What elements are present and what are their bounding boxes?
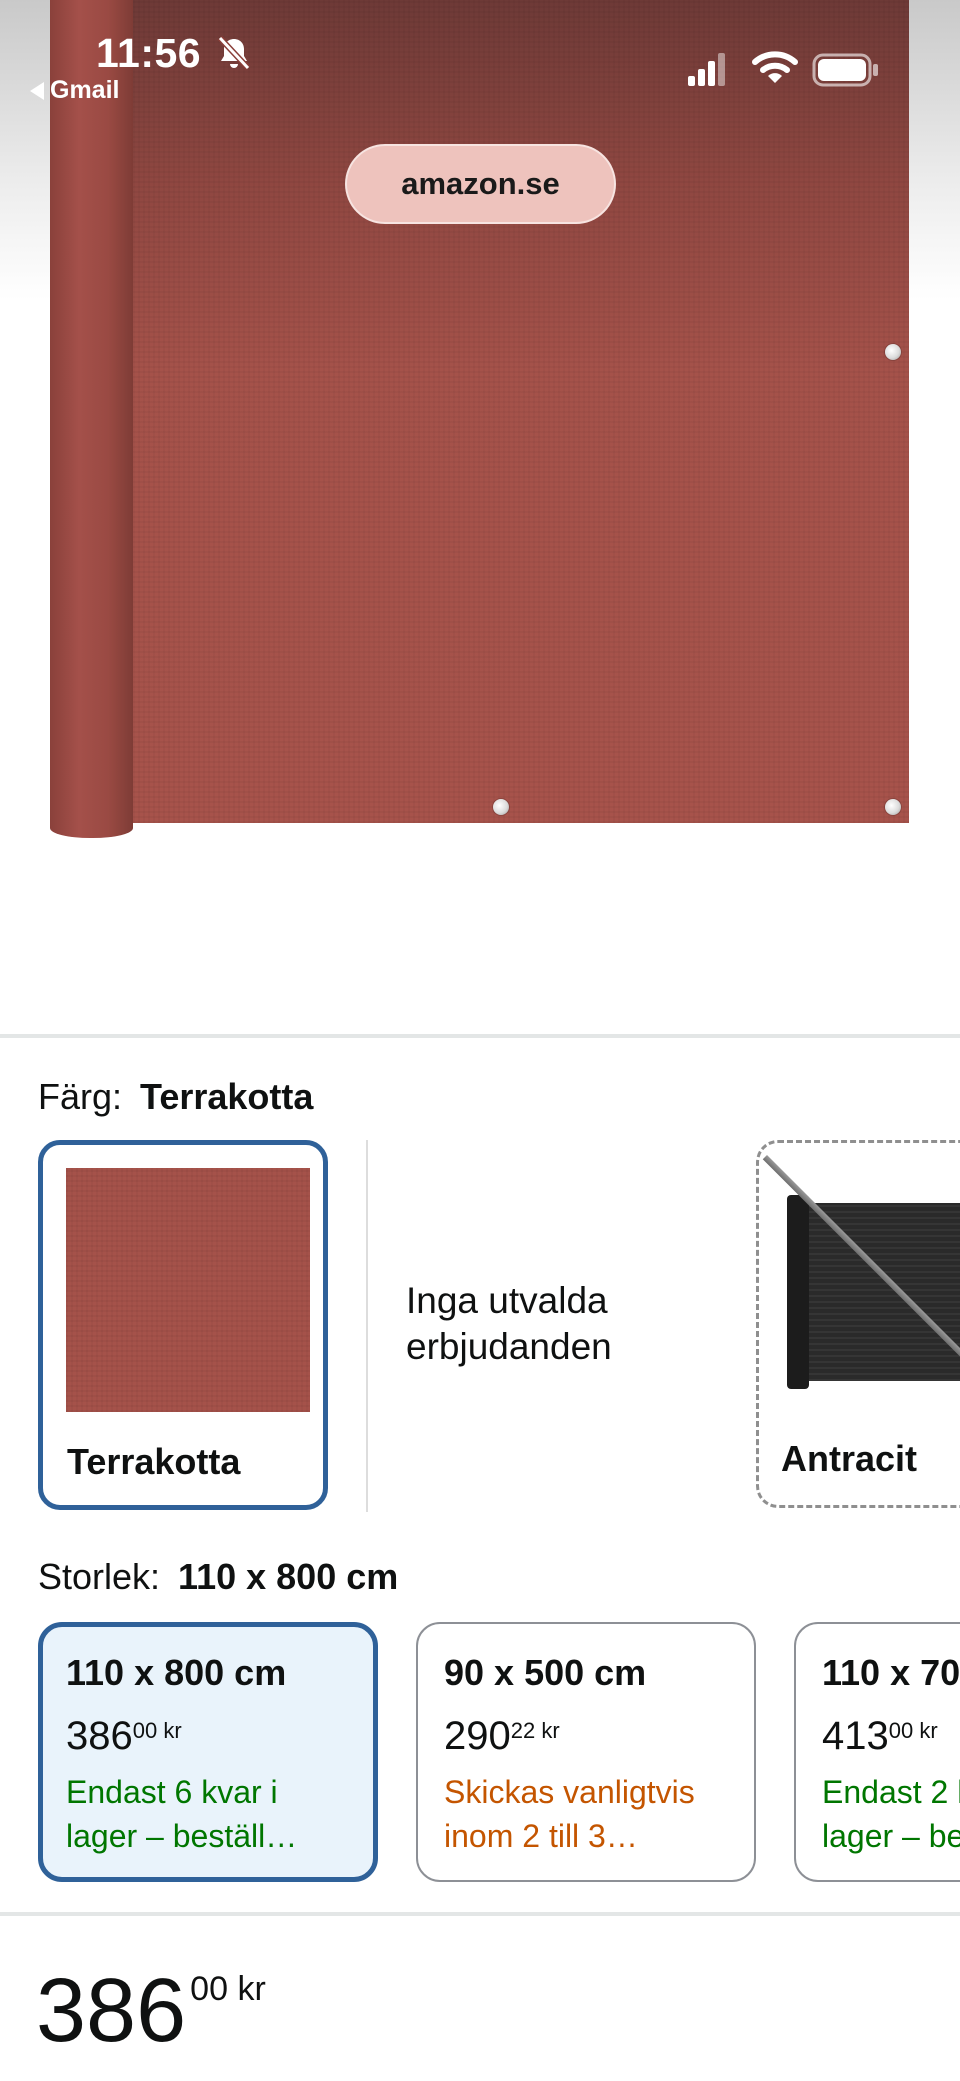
status-time: 11:56 — [96, 30, 202, 76]
cellular-signal-icon — [688, 53, 725, 86]
section-divider — [0, 1912, 960, 1916]
back-arrow-icon — [30, 81, 44, 100]
size-option-availability: Skickas vanligtvis inom 2 till 3… — [444, 1774, 695, 1854]
selected-size-value: 110 x 800 cm — [178, 1556, 399, 1597]
color-swatch-image — [787, 1203, 960, 1381]
size-label-text: Storlek: — [38, 1556, 161, 1597]
size-label: Storlek: 110 x 800 cm — [38, 1556, 398, 1598]
color-option-name: Terrakotta — [67, 1441, 241, 1482]
size-option-110x800[interactable]: 110 x 800 cm 38600 kr Endast 6 kvar i la… — [38, 1622, 378, 1882]
size-option-price: 41300 kr — [822, 1714, 938, 1758]
size-option-availability: Endast 2 kvar i lager – beställ… — [822, 1774, 960, 1854]
color-label: Färg: Terrakotta — [38, 1076, 313, 1118]
bell-muted-icon — [217, 35, 251, 71]
size-option-110x700[interactable]: 110 x 700 cm 41300 kr Endast 2 kvar i la… — [794, 1622, 960, 1882]
size-option-title: 110 x 800 cm — [66, 1652, 287, 1693]
color-swatch-roll — [787, 1195, 809, 1389]
size-option-title: 90 x 500 cm — [444, 1652, 647, 1693]
color-divider — [366, 1140, 368, 1512]
size-option-90x500[interactable]: 90 x 500 cm 29022 kr Skickas vanligtvis … — [416, 1622, 756, 1882]
section-divider — [0, 1034, 960, 1038]
product-image-area[interactable]: 11:56 Gmail amazon.se — [0, 0, 960, 860]
battery-icon — [812, 53, 878, 87]
size-option-availability: Endast 6 kvar i lager – beställ… — [66, 1774, 298, 1854]
back-to-app-button[interactable]: Gmail — [30, 76, 119, 105]
color-label-text: Färg: — [38, 1076, 123, 1117]
wifi-icon — [752, 51, 798, 83]
grommet — [885, 799, 901, 815]
product-page: 11:56 Gmail amazon.se Färg: Terrakotta T… — [0, 0, 960, 2081]
product-image[interactable] — [133, 0, 909, 823]
no-offers-text: Inga utvalda erbjudanden — [406, 1280, 612, 1367]
size-option-price: 29022 kr — [444, 1714, 560, 1758]
color-option-name: Antracit — [781, 1438, 918, 1479]
color-option-antracit[interactable]: Antracit — [756, 1140, 960, 1508]
selected-color-value: Terrakotta — [140, 1076, 314, 1117]
product-price: 386 00 kr — [36, 1961, 266, 2061]
product-image-roll — [50, 0, 133, 838]
back-app-label: Gmail — [50, 76, 120, 104]
color-swatch-image — [66, 1168, 310, 1412]
grommet — [493, 799, 509, 815]
size-option-title: 110 x 700 cm — [822, 1652, 960, 1693]
url-bar[interactable]: amazon.se — [345, 144, 616, 224]
size-option-price: 38600 kr — [66, 1714, 182, 1758]
grommet — [885, 344, 901, 360]
color-option-terrakotta[interactable]: Terrakotta — [38, 1140, 328, 1510]
